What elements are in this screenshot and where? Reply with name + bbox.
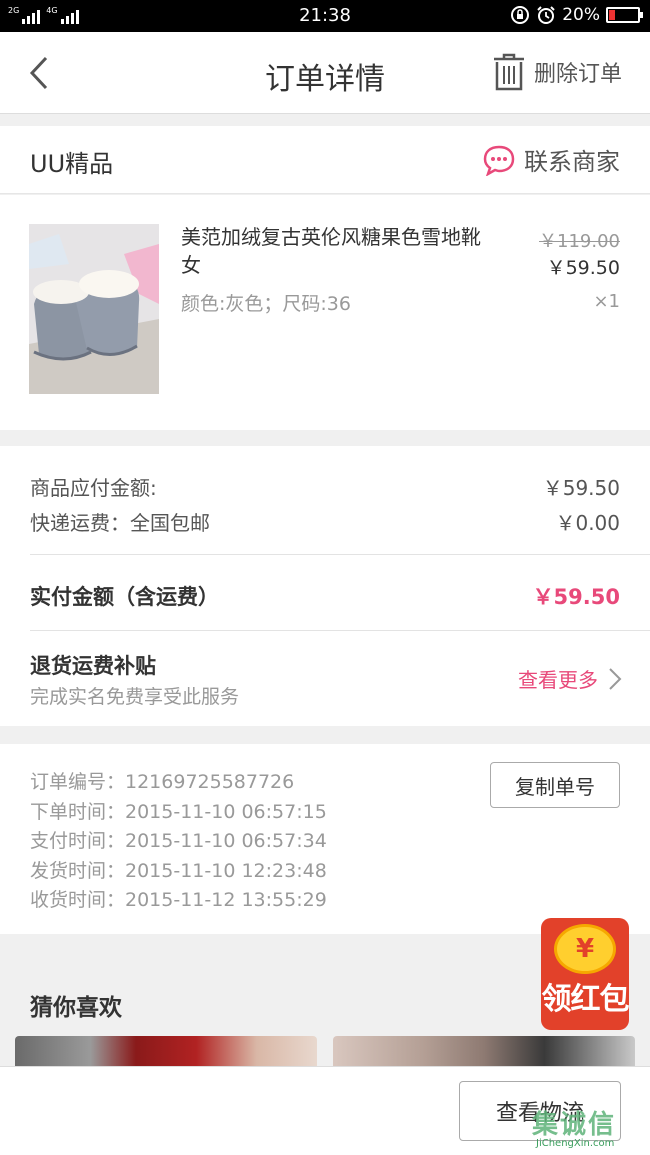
status-bar: 2G 4G 21:38 20% (0, 0, 650, 32)
amount-summary: 商品应付金额: ￥59.50 快递运费：全国包邮 ￥0.00 实付金额（含运费）… (0, 446, 650, 726)
battery-percent: 20% (562, 5, 600, 25)
refund-subsidy-subtitle: 完成实名免费享受此服务 (30, 686, 240, 708)
paid-amount-label: 实付金额（含运费） (30, 585, 219, 609)
trash-icon (493, 53, 524, 91)
order-info: 订单编号：12169725587726 下单时间：2015-11-10 06:5… (0, 744, 650, 934)
order-number: 订单编号：12169725587726 (30, 771, 295, 793)
shipping-value: ￥0.00 (555, 511, 620, 535)
contact-seller-label: 联系商家 (524, 148, 620, 176)
back-arrow-icon[interactable] (22, 54, 56, 92)
coin-icon: ¥ (554, 924, 616, 974)
divider (30, 630, 650, 631)
lock-rotation-icon (511, 6, 530, 24)
product-image[interactable] (29, 224, 159, 394)
product-name[interactable]: 美范加绒复古英伦风糖果色雪地靴女 (181, 223, 481, 279)
shipping-label: 快递运费：全国包邮 (30, 511, 210, 535)
ship-time: 发货时间：2015-11-10 12:23:48 (30, 859, 327, 882)
delete-order-button[interactable]: 删除订单 (492, 52, 622, 92)
goods-amount-value: ￥59.50 (542, 476, 620, 500)
sale-price: ￥59.50 (546, 257, 620, 279)
order-time: 下单时间：2015-11-10 06:57:15 (30, 800, 327, 823)
view-more-link[interactable]: 查看更多 (518, 664, 622, 693)
copy-order-number-button[interactable]: 复制单号 (490, 762, 620, 808)
alarm-icon (537, 6, 555, 24)
red-packet-button[interactable]: ¥ 领红包 (541, 918, 629, 1030)
shop-header: UU精品 联系商家 (0, 126, 650, 194)
contact-seller-button[interactable]: 联系商家 (482, 142, 620, 177)
status-right: 20% (510, 5, 643, 25)
delete-order-label: 删除订单 (533, 62, 622, 87)
chevron-right-icon (609, 667, 622, 690)
shipping-row: 快递运费：全国包邮 ￥0.00 (30, 507, 620, 536)
goods-amount-label: 商品应付金额: (30, 476, 157, 500)
shop-name[interactable]: UU精品 (30, 144, 113, 179)
product-spec: 颜色:灰色；尺码:36 (181, 293, 351, 315)
watermark: 集诚信 JiChengXin.com (532, 1104, 648, 1154)
view-more-label: 查看更多 (518, 668, 598, 692)
pay-time: 支付时间：2015-11-10 06:57:34 (30, 830, 327, 852)
nav-bar: 订单详情 删除订单 (0, 32, 650, 114)
recommend-title: 猜你喜欢 (30, 995, 122, 1021)
receive-time: 收货时间：2015-11-12 13:55:29 (30, 889, 327, 911)
order-info-lines: 订单编号：12169725587726 下单时间：2015-11-10 06:5… (30, 768, 327, 916)
red-packet-label: 领红包 (541, 982, 630, 1017)
refund-subsidy-title: 退货运费补贴 (30, 654, 156, 678)
original-price: ￥119.00 (539, 231, 620, 252)
quantity: ×1 (593, 291, 620, 312)
divider (30, 554, 650, 555)
goods-amount-row: 商品应付金额: ￥59.50 (30, 472, 620, 501)
paid-amount-row: 实付金额（含运费） ￥59.50 (30, 581, 620, 611)
watermark-logo: 集诚信 (532, 1110, 617, 1140)
watermark-url: JiChengXin.com (536, 1138, 615, 1149)
chat-bubble-icon (483, 145, 515, 176)
product-item[interactable]: 美范加绒复古英伦风糖果色雪地靴女 颜色:灰色；尺码:36 ￥119.00 ￥59… (0, 195, 650, 430)
battery-icon (606, 7, 643, 23)
paid-amount-value: ￥59.50 (532, 585, 620, 609)
